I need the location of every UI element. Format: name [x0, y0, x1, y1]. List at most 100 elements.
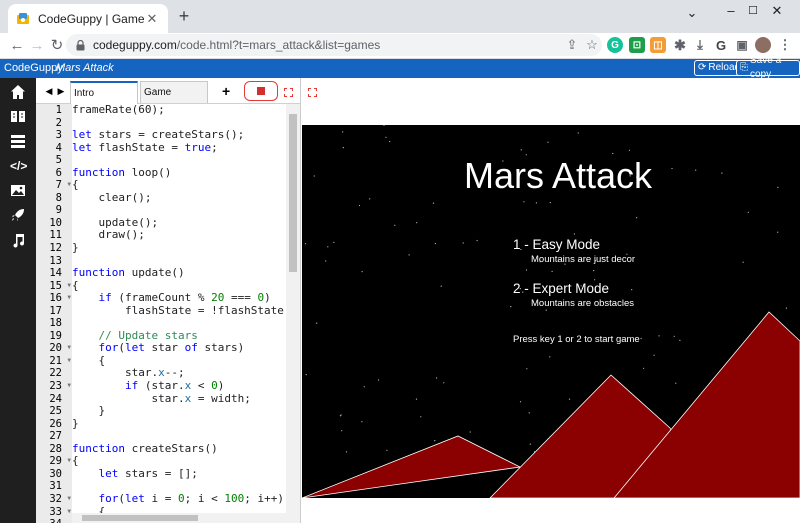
close-window-button[interactable]: ✕ — [754, 0, 800, 24]
game-canvas[interactable]: Mars Attack 1 - Easy Mode Mountains are … — [302, 125, 800, 498]
fold-arrow-icon[interactable]: ▼ — [67, 380, 71, 393]
editor-horizontal-scrollbar[interactable] — [72, 513, 300, 523]
star — [369, 198, 371, 200]
forward-arrow-icon[interactable]: → — [27, 36, 47, 56]
star — [520, 149, 522, 151]
new-tab-button[interactable]: + — [174, 6, 194, 26]
line-number: 13 — [49, 254, 62, 267]
back-arrow-icon[interactable]: ← — [7, 36, 27, 56]
code-line: let flashState = true; — [72, 140, 218, 154]
tab-intro[interactable]: Intro — [70, 81, 138, 104]
star — [389, 140, 391, 143]
line-number: 15 ▼ — [49, 279, 71, 293]
code-line: frameRate(60); — [72, 104, 165, 116]
code-editor[interactable]: frameRate(60); let stars = createStars()… — [72, 104, 286, 514]
star — [327, 246, 329, 248]
home-icon[interactable] — [10, 84, 26, 100]
code-icon[interactable]: </> — [10, 158, 27, 174]
line-number: 19 — [49, 329, 62, 342]
expand-editor-icon[interactable] — [284, 86, 293, 97]
tab-scroll-right-icon[interactable]: ▶ — [56, 85, 66, 97]
tab-title: CodeGuppy | Game — [38, 11, 144, 26]
bookmark-star-icon[interactable]: ☆ — [582, 37, 602, 53]
tab-scroll-left-icon[interactable]: ◀ — [44, 85, 54, 97]
star — [547, 141, 549, 143]
grammarly-extension-icon[interactable]: G — [607, 37, 623, 53]
puzzle-extensions-icon[interactable]: ✱ — [672, 37, 688, 53]
fold-arrow-icon[interactable]: ▼ — [67, 506, 71, 519]
editor-vertical-scrollbar[interactable] — [286, 104, 300, 514]
star — [742, 261, 744, 263]
music-icon[interactable] — [10, 232, 26, 248]
profile-avatar[interactable] — [755, 37, 771, 53]
star — [436, 377, 438, 379]
line-number: 25 — [49, 405, 62, 418]
save-copy-button[interactable]: ⎘ Save a copy — [736, 55, 800, 80]
image-icon[interactable] — [10, 182, 26, 198]
code-line: draw(); — [72, 228, 145, 242]
browser-tab[interactable]: CodeGuppy | Game ✕ — [8, 4, 168, 33]
code-line: if (frameCount % 20 === 0) — [98, 291, 271, 305]
line-number: 31 — [49, 480, 62, 493]
stop-button[interactable] — [244, 81, 278, 101]
star — [777, 231, 779, 233]
star — [628, 149, 630, 151]
line-number: 33 ▼ — [49, 505, 71, 519]
code-line: } — [72, 416, 79, 430]
line-number: 4 — [55, 141, 62, 154]
fold-arrow-icon[interactable]: ▼ — [67, 179, 71, 192]
tab-game[interactable]: Game — [140, 81, 208, 103]
sidepanel-icon[interactable]: ▣ — [734, 37, 750, 53]
line-number: 29 ▼ — [49, 455, 71, 468]
line-number: 11 — [49, 229, 62, 242]
line-number: 30 — [49, 467, 62, 480]
menu-kebab-icon[interactable]: ⋮ — [777, 37, 793, 53]
code-line: } — [72, 404, 106, 418]
code-line: { — [72, 178, 79, 192]
star — [394, 224, 396, 226]
line-number: 12 — [49, 242, 62, 255]
fold-arrow-icon[interactable]: ▼ — [67, 292, 71, 305]
code-line: for(let i = 0; i < 100; i++) — [98, 491, 285, 505]
tab-close-icon[interactable]: ✕ — [144, 11, 160, 27]
star — [777, 186, 779, 188]
code-line: function createStars() — [72, 441, 218, 455]
star — [342, 147, 344, 149]
star — [476, 239, 478, 242]
g-extension-icon[interactable]: G — [713, 37, 729, 53]
scrollbar-thumb[interactable] — [289, 114, 297, 272]
code-line: function update() — [72, 266, 185, 280]
expand-output-icon[interactable] — [308, 86, 317, 97]
star — [785, 307, 787, 309]
fold-arrow-icon[interactable]: ▼ — [67, 280, 71, 293]
address-bar[interactable]: codeguppy.com/code.html?t=mars_attack&li… — [66, 34, 602, 56]
star — [593, 270, 595, 272]
star — [523, 201, 525, 203]
download-icon[interactable]: ⤓ — [692, 37, 708, 53]
reload-icon[interactable]: ↻ — [47, 36, 67, 56]
rocket-icon[interactable] — [10, 207, 26, 223]
add-tab-button[interactable]: + — [222, 83, 230, 99]
brand-link[interactable]: CodeGuppy — [4, 62, 63, 74]
star — [675, 382, 677, 384]
share-icon[interactable]: ⇪ — [562, 37, 582, 53]
fold-arrow-icon[interactable]: ▼ — [67, 355, 71, 368]
line-number: 21 ▼ — [49, 354, 71, 368]
line-number: 22 — [49, 367, 62, 380]
line-number: 10 — [49, 216, 62, 229]
star — [434, 440, 436, 442]
stop-icon — [257, 87, 265, 95]
orange-extension-icon[interactable]: ◫ — [650, 37, 666, 53]
line-number: 6 — [55, 166, 62, 179]
fold-arrow-icon[interactable]: ▼ — [67, 455, 71, 468]
book-icon[interactable] — [10, 108, 26, 124]
list-icon[interactable] — [10, 133, 26, 149]
line-number: 8 — [55, 191, 62, 204]
code-line: flashState = !flashState; — [72, 303, 286, 317]
fold-arrow-icon[interactable]: ▼ — [67, 342, 71, 355]
fold-arrow-icon[interactable]: ▼ — [67, 493, 71, 506]
scrollbar-thumb[interactable] — [82, 515, 198, 521]
star — [519, 401, 522, 403]
line-number: 23 ▼ — [49, 380, 71, 393]
green-extension-icon[interactable]: ⊡ — [629, 37, 645, 53]
